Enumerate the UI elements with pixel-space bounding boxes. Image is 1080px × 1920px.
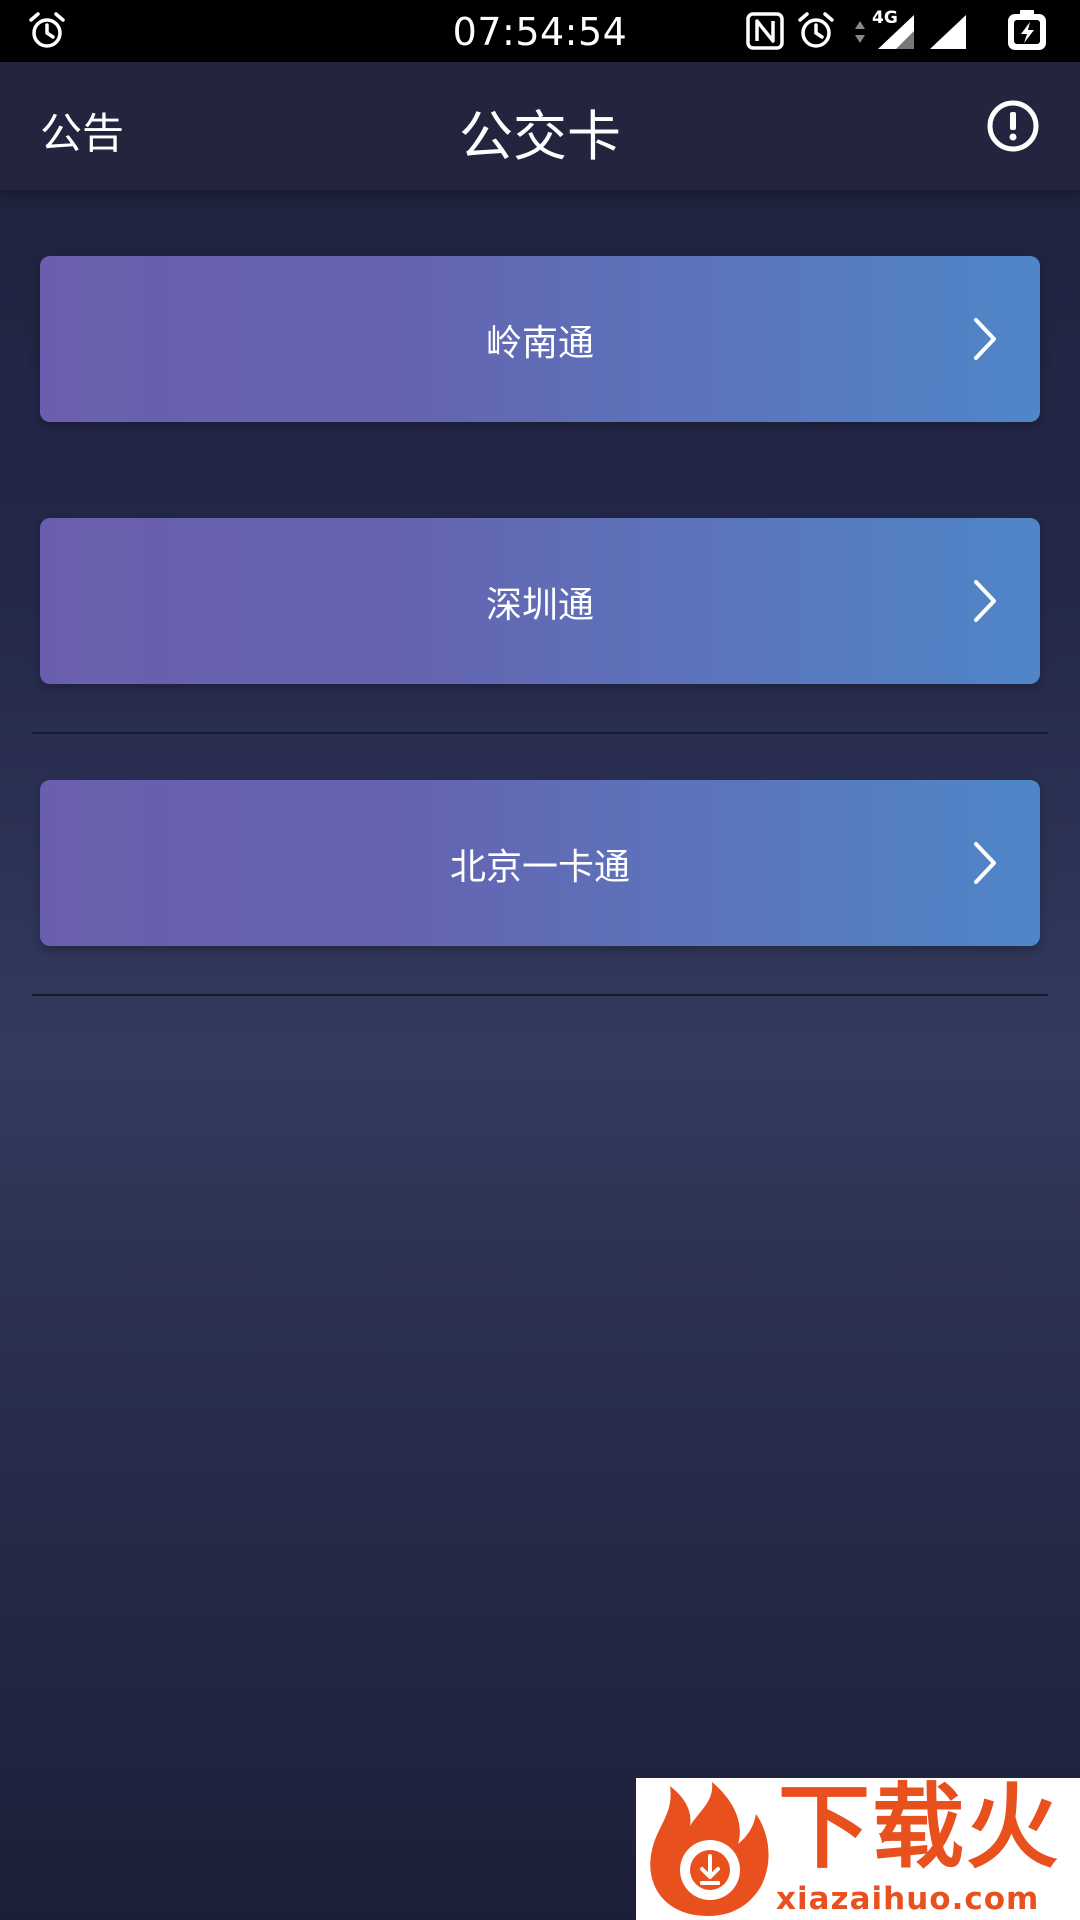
watermark-logo: 下载火 xiazaihuo.com xyxy=(636,1778,1080,1920)
card-label: 深圳通 xyxy=(485,585,594,626)
card-shenzhentong[interactable]: 深圳通 xyxy=(40,518,1040,684)
page-title: 公交卡 xyxy=(459,105,621,168)
watermark-url: xiazaihuo.com xyxy=(776,1881,1040,1917)
divider xyxy=(32,471,1048,473)
alarm-icon xyxy=(798,12,834,48)
card-beijing-yikatong[interactable]: 北京一卡通 xyxy=(40,780,1040,946)
status-time: 07:54:54 xyxy=(452,10,628,54)
app-header: 公告 公交卡 xyxy=(0,62,1080,190)
signal-icon xyxy=(930,15,966,49)
chevron-right-icon xyxy=(974,580,996,622)
card-label: 岭南通 xyxy=(485,323,594,364)
chevron-right-icon xyxy=(974,318,996,360)
status-bar: 07:54:54 4G xyxy=(0,0,1080,62)
divider xyxy=(32,732,1048,734)
card-lingnantong[interactable]: 岭南通 xyxy=(40,256,1040,422)
divider xyxy=(32,994,1048,996)
card-label: 北京一卡通 xyxy=(449,847,630,888)
battery-charging-icon xyxy=(1008,10,1046,50)
data-arrows-icon xyxy=(855,21,865,43)
info-icon[interactable] xyxy=(986,99,1040,153)
flame-logo-icon xyxy=(650,1782,769,1916)
chevron-right-icon xyxy=(974,842,996,884)
signal-icon xyxy=(878,15,914,49)
nfc-icon xyxy=(746,12,784,50)
watermark-brand: 下载火 xyxy=(778,1778,1061,1881)
